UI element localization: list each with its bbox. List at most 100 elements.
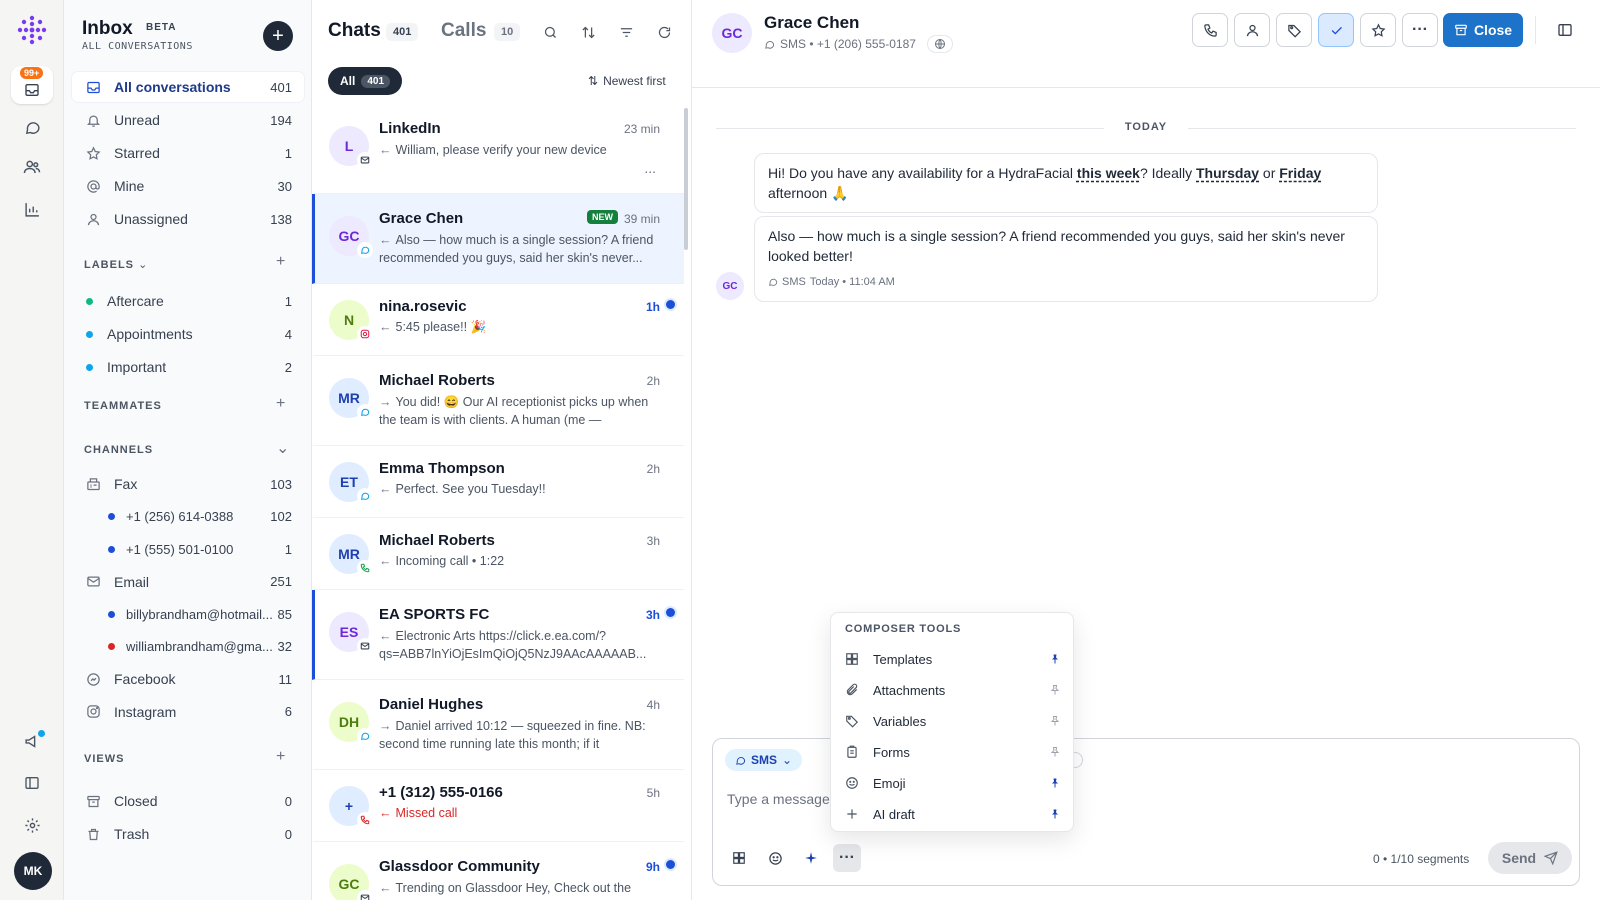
sidebar-item[interactable]: Unread 194 [72,105,304,135]
toggle-details-panel-button[interactable] [1547,13,1583,47]
teammates-heading[interactable]: TEAMMATES [84,400,162,412]
sidebar-item[interactable]: billybrandham@hotmail... 85 [72,599,304,629]
new-conversation-button[interactable]: + [263,21,293,51]
labels-heading[interactable]: LABELS ⌄ [84,258,148,271]
rail-chat-button[interactable] [11,108,53,146]
tab-calls[interactable]: Calls [441,20,486,42]
conversation-list-item[interactable]: GC Glassdoor Community 9h ← Trending on Glas… [312,842,684,900]
conversation-list-item[interactable]: DH Daniel Hughes 4h → Daniel arrived 10:12 —… [312,680,684,770]
sidebar-item-label: +1 (256) 614-0388 [126,509,234,524]
add-view-button[interactable]: + [276,748,285,766]
pin-icon[interactable] [1049,715,1061,727]
sidebar-item-count: 1 [284,541,292,557]
date-hint-link[interactable]: this week [1077,165,1140,181]
sidebar-item[interactable]: All conversations 401 [72,72,304,102]
sidebar-item[interactable]: Appointments 4 [72,319,304,349]
sidebar-item-label: Instagram [114,703,177,720]
sidebar-item-label: Trash [114,826,150,842]
sidebar-item[interactable]: +1 (555) 501-0100 1 [72,534,304,564]
contact-name[interactable]: Grace Chen [764,13,859,33]
ai-draft-tool-button[interactable] [797,844,825,872]
sidebar-item[interactable]: Aftercare 1 [72,286,304,316]
sidebar-item[interactable]: Important 2 [72,352,304,382]
sidebar-item[interactable]: Unassigned 138 [72,204,304,234]
sidebar-item[interactable]: Starred 1 [72,138,304,168]
filter-button[interactable] [616,22,636,42]
brand-logo-icon[interactable] [15,13,49,47]
user-avatar[interactable]: MK [14,852,52,890]
emoji-tool-button[interactable] [761,844,789,872]
sidebar-item[interactable]: Trash 0 [72,819,304,849]
filter-all-chip[interactable]: All 401 [328,67,403,95]
conversation-list-item[interactable]: MR Michael Roberts 3h ← Incoming call • 1:22 [312,518,684,590]
sidebar-item[interactable]: +1 (256) 614-0388 102 [72,502,304,532]
rail-announcements-button[interactable] [11,722,53,760]
sort-dropdown[interactable]: ⇅ Newest first [588,74,666,88]
date-hint-link[interactable]: Friday [1279,165,1321,181]
composer-tool-item[interactable]: Variables [839,706,1067,736]
rail-toggle-sidebar-button[interactable] [11,764,53,802]
composer-tool-item[interactable]: Emoji [839,768,1067,798]
templates-tool-button[interactable] [725,844,753,872]
composer-tool-item[interactable]: AI draft [839,799,1067,829]
rail-reports-button[interactable] [11,190,53,228]
conversation-list-item[interactable]: + +1 (312) 555-0166 5h ← Missed call [312,770,684,842]
collapse-channels-chevron-icon[interactable]: ⌄ [276,438,289,458]
contact-avatar[interactable]: GC [712,13,752,53]
sidebar-item[interactable]: williambrandham@gma... 32 [72,632,304,662]
more-tools-button[interactable]: ··· [833,844,861,872]
star-button[interactable] [1360,13,1396,47]
sidebar-item[interactable]: Mine 30 [72,171,304,201]
sidebar-item[interactable]: Fax 103 [72,469,304,499]
views-heading[interactable]: VIEWS [84,753,124,765]
rail-contacts-button[interactable] [11,148,53,186]
sidebar-item-count: 1 [284,145,292,161]
sidebar-item[interactable]: Instagram 6 [72,697,304,727]
pin-icon[interactable] [1049,653,1061,665]
more-options-button[interactable]: ··· [1402,13,1438,47]
message-bubble[interactable]: Hi! Do you have any availability for a H… [754,153,1378,213]
channels-heading[interactable]: CHANNELS [84,444,153,456]
conversation-list-item[interactable]: ES EA SPORTS FC 3h ← Electronic Arts https:/… [312,590,684,680]
message-input[interactable]: Type a message... [727,791,841,807]
pin-icon[interactable] [1049,684,1061,696]
call-button[interactable] [1192,13,1228,47]
rail-settings-button[interactable] [11,806,53,844]
label-button[interactable] [1276,13,1312,47]
conversation-list-item[interactable]: L LinkedIn 23 min ← William, please verify y… [312,104,684,194]
refresh-button[interactable] [654,22,674,42]
contact-name: LinkedIn [379,120,441,137]
date-hint-link[interactable]: Thursday [1196,165,1259,181]
sidebar-item[interactable]: Email 251 [72,567,304,597]
language-button[interactable] [927,35,953,53]
pin-icon[interactable] [1049,808,1061,820]
search-button[interactable] [540,22,560,42]
sidebar-item[interactable]: Closed 0 [72,786,304,816]
composer-tool-item[interactable]: Attachments [839,675,1067,705]
conversation-list-item[interactable]: ET Emma Thompson 2h ← Perfect. See you Tuesd… [312,446,684,518]
sidebar-item[interactable]: Facebook 11 [72,664,304,694]
pin-icon[interactable] [1049,777,1061,789]
tab-chats[interactable]: Chats [328,20,381,42]
assign-button[interactable] [1234,13,1270,47]
add-label-button[interactable]: + [276,253,285,271]
composer-tool-item[interactable]: Templates [839,644,1067,674]
mark-done-button[interactable] [1318,13,1354,47]
close-conversation-button[interactable]: Close [1443,13,1523,47]
sort-toggle-button[interactable] [578,22,598,42]
conversation-list-item[interactable]: Nnina.rosevic 1h ← 5:45 please!! 🎉 [312,284,684,356]
facebook-icon [86,672,104,687]
conversation-list-item[interactable]: GC Grace Chen 39 min NEW ← Also — how much is… [312,194,684,284]
send-button[interactable]: Send [1488,842,1572,874]
more-preview-ellipsis: ... [644,160,656,176]
conversation-time: 23 min [623,122,660,136]
channel-selector[interactable]: SMS ⌄ [725,749,803,771]
message-bubble[interactable]: Also — how much is a single session? A f… [754,216,1378,302]
pin-icon[interactable] [1049,746,1061,758]
conversation-list-item[interactable]: MR Michael Roberts 2h → You did! 😄 Our AI re… [312,356,684,446]
add-teammate-button[interactable]: + [276,395,285,413]
chat-list-scrollbar[interactable] [684,108,688,250]
composer-tool-item[interactable]: Forms [839,737,1067,767]
sidebar-item-label: Facebook [114,671,176,687]
trash-icon [86,827,104,842]
